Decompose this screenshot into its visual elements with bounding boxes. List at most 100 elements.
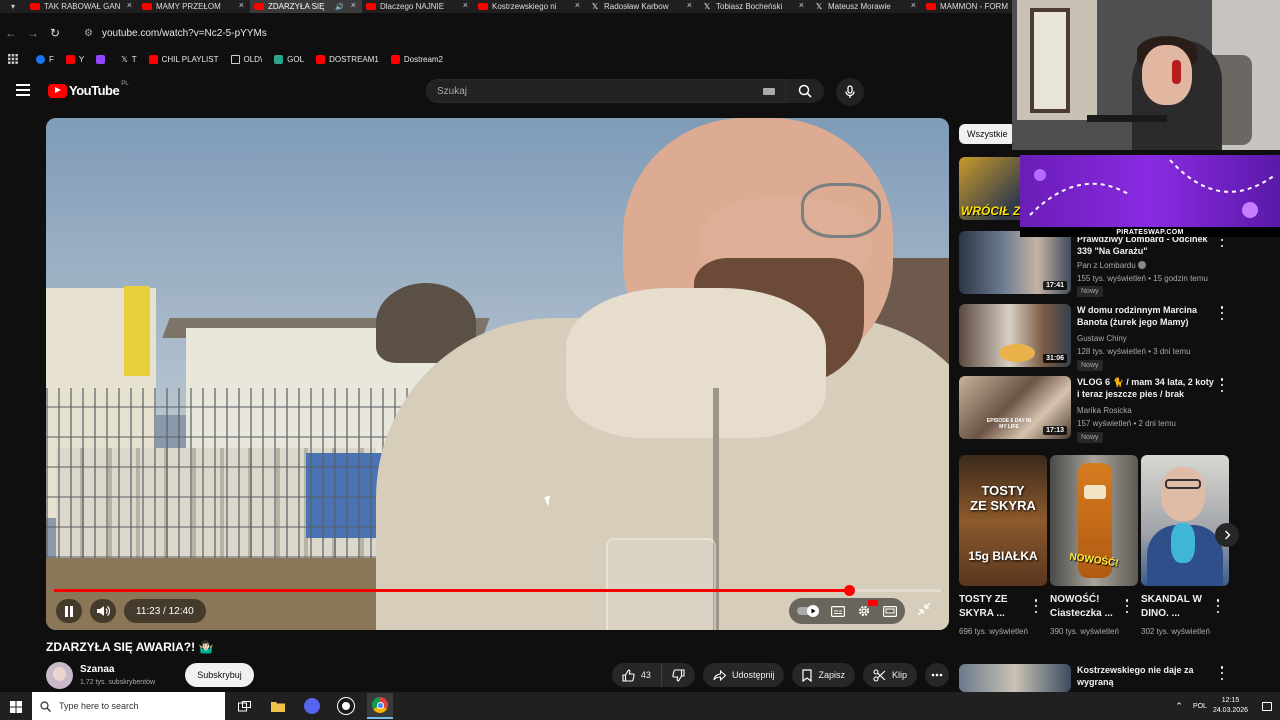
video-thumbnail[interactable]: 17:41: [959, 231, 1071, 294]
more-vert-icon[interactable]: [1217, 666, 1227, 680]
tab-6[interactable]: 𝕏 Radosław Karbow ×: [586, 0, 698, 13]
close-tab-icon[interactable]: ×: [463, 0, 468, 10]
more-vert-icon[interactable]: [1122, 599, 1132, 613]
short-item[interactable]: SKANDAL W DINO. ... 302 tys. wyświetleń: [1141, 455, 1229, 650]
notification-icon[interactable]: [1262, 701, 1272, 711]
shorts-next-button[interactable]: [1215, 523, 1239, 547]
bookmark-youtube[interactable]: Y: [65, 54, 84, 64]
tab-search-icon[interactable]: ▾: [0, 0, 26, 13]
country-code: PL: [121, 80, 129, 87]
video-player[interactable]: 11:23 / 12:40: [46, 118, 949, 630]
site-info-icon[interactable]: ⚙: [84, 28, 98, 39]
exit-fullscreen-button[interactable]: [917, 602, 931, 621]
close-tab-icon[interactable]: ×: [351, 0, 356, 10]
video-thumbnail[interactable]: 31:06: [959, 304, 1071, 367]
close-tab-icon[interactable]: ×: [239, 0, 244, 10]
reload-icon[interactable]: ↻: [44, 26, 66, 40]
menu-icon[interactable]: [16, 84, 30, 96]
volume-button[interactable]: [90, 599, 116, 623]
chrome-icon[interactable]: [367, 693, 393, 719]
bookmark-dostream1[interactable]: DOSTREAM1: [316, 54, 379, 64]
tab-3-active[interactable]: ZDARZYŁA SIĘ 🔊 ×: [250, 0, 362, 13]
subscribe-button[interactable]: Subskrybuj: [185, 663, 254, 687]
miniplayer-icon[interactable]: [883, 605, 897, 617]
channel-name[interactable]: Pan z Lombardu: [1077, 261, 1146, 270]
more-vert-icon[interactable]: [1031, 599, 1041, 613]
subtitles-icon[interactable]: [831, 605, 845, 617]
bookmark-dostream2[interactable]: Dostream2: [390, 54, 443, 64]
more-vert-icon[interactable]: [1213, 599, 1223, 613]
channel-name[interactable]: Marika Rosicka: [1077, 406, 1132, 415]
tab-7[interactable]: 𝕏 Tobiasz Bocheński ×: [698, 0, 810, 13]
more-vert-icon[interactable]: [1217, 306, 1227, 320]
short-item[interactable]: NOWOŚĆ! NOWOŚĆ! Ciasteczka ... 390 tys. …: [1050, 455, 1138, 650]
video-title[interactable]: W domu rodzinnym Marcina Banota (żurek j…: [1077, 304, 1215, 328]
recommendation-item[interactable]: EPISODE 6 DAY IN MY LIFE 17:13 VLOG 6 🐈 …: [959, 376, 1229, 443]
clip-button[interactable]: Klip: [862, 663, 917, 687]
bookmark-folder-old[interactable]: OLD\: [230, 54, 262, 64]
youtube-logo[interactable]: YouTube PL: [48, 80, 129, 98]
channel-name[interactable]: Szanaa: [80, 664, 114, 675]
clock[interactable]: 12:15 24.03.2026: [1213, 696, 1248, 716]
keyboard-icon[interactable]: [763, 88, 775, 95]
tab-4[interactable]: Dlaczego NAJNIE ×: [362, 0, 474, 13]
video-title[interactable]: Kostrzewskiego nie daje za wygraną: [1077, 664, 1215, 688]
video-title[interactable]: VLOG 6 🐈 / mam 34 lata, 2 koty i teraz j…: [1077, 376, 1215, 400]
save-button[interactable]: Zapisz: [792, 663, 855, 687]
short-thumbnail[interactable]: TOSTY ZE SKYRA 15g BIAŁKA: [959, 455, 1047, 586]
input-language[interactable]: POL: [1193, 703, 1207, 710]
back-icon[interactable]: ←: [0, 26, 22, 40]
bookmark-gol[interactable]: GOL: [274, 54, 304, 64]
bookmark-x[interactable]: 𝕏T: [121, 55, 136, 64]
settings-button[interactable]: [857, 600, 878, 618]
obs-icon[interactable]: [333, 693, 359, 719]
bookmark-facebook[interactable]: F: [36, 54, 54, 64]
short-thumbnail[interactable]: [1141, 455, 1229, 586]
video-thumbnail[interactable]: [959, 664, 1071, 692]
more-vert-icon[interactable]: [1217, 378, 1227, 392]
search-button[interactable]: [786, 79, 824, 103]
short-title[interactable]: TOSTY ZE SKYRA ...: [959, 593, 1029, 621]
bookmark-twitch[interactable]: [96, 54, 109, 64]
seek-bar[interactable]: [54, 585, 941, 596]
recommendation-item[interactable]: 17:41 Prawdziwy Lombard - Odcinek 339 "N…: [959, 231, 1229, 297]
recommendation-item[interactable]: 31:06 W domu rodzinnym Marcina Banota (ż…: [959, 304, 1229, 371]
close-tab-icon[interactable]: ×: [575, 0, 580, 10]
autoplay-toggle-icon[interactable]: [797, 605, 819, 617]
more-actions-button[interactable]: [925, 663, 949, 687]
dislike-button[interactable]: [661, 663, 695, 687]
bookmark-chil-playlist[interactable]: CHIL PLAYLIST: [148, 54, 219, 64]
tab-5[interactable]: Kostrzewskiego ni ×: [474, 0, 586, 13]
short-item[interactable]: TOSTY ZE SKYRA 15g BIAŁKA TOSTY ZE SKYRA…: [959, 455, 1047, 650]
show-hidden-icons-icon[interactable]: ⌃: [1175, 701, 1183, 712]
pause-button[interactable]: [56, 599, 82, 623]
tab-2[interactable]: MAMY PRZEŁOM ×: [138, 0, 250, 13]
share-button[interactable]: Udostępnij: [702, 663, 785, 687]
channel-name[interactable]: Gustaw Chiny: [1077, 334, 1127, 343]
like-button[interactable]: 43: [611, 663, 662, 687]
file-explorer-icon[interactable]: [265, 693, 291, 719]
seek-bar-handle[interactable]: [843, 585, 855, 596]
chip-all[interactable]: Wszystkie: [959, 124, 1016, 144]
close-tab-icon[interactable]: ×: [911, 0, 916, 10]
close-tab-icon[interactable]: ×: [127, 0, 132, 10]
start-button[interactable]: [10, 700, 22, 718]
tab-8[interactable]: 𝕏 Mateusz Morawie ×: [810, 0, 922, 13]
tab-1[interactable]: TAK RABOWAŁ GAN ×: [26, 0, 138, 13]
discord-icon[interactable]: [299, 693, 325, 719]
address-bar[interactable]: ⚙ youtube.com/watch?v=Nc2-5-pYYMs: [84, 28, 267, 39]
short-title[interactable]: SKANDAL W DINO. ...: [1141, 593, 1211, 621]
taskbar-search-input[interactable]: Type here to search: [32, 692, 225, 720]
channel-avatar[interactable]: [46, 662, 73, 689]
close-tab-icon[interactable]: ×: [687, 0, 692, 10]
close-tab-icon[interactable]: ×: [799, 0, 804, 10]
task-view-icon[interactable]: [231, 693, 257, 719]
short-title[interactable]: NOWOŚĆ! Ciasteczka ...: [1050, 593, 1120, 621]
short-thumbnail[interactable]: NOWOŚĆ!: [1050, 455, 1138, 586]
search-input[interactable]: Szukaj: [426, 79, 786, 103]
forward-icon[interactable]: →: [22, 26, 44, 40]
audio-playing-icon[interactable]: 🔊: [335, 3, 344, 11]
voice-search-button[interactable]: [836, 78, 864, 106]
apps-grid-icon[interactable]: [8, 54, 18, 64]
video-thumbnail[interactable]: EPISODE 6 DAY IN MY LIFE 17:13: [959, 376, 1071, 439]
